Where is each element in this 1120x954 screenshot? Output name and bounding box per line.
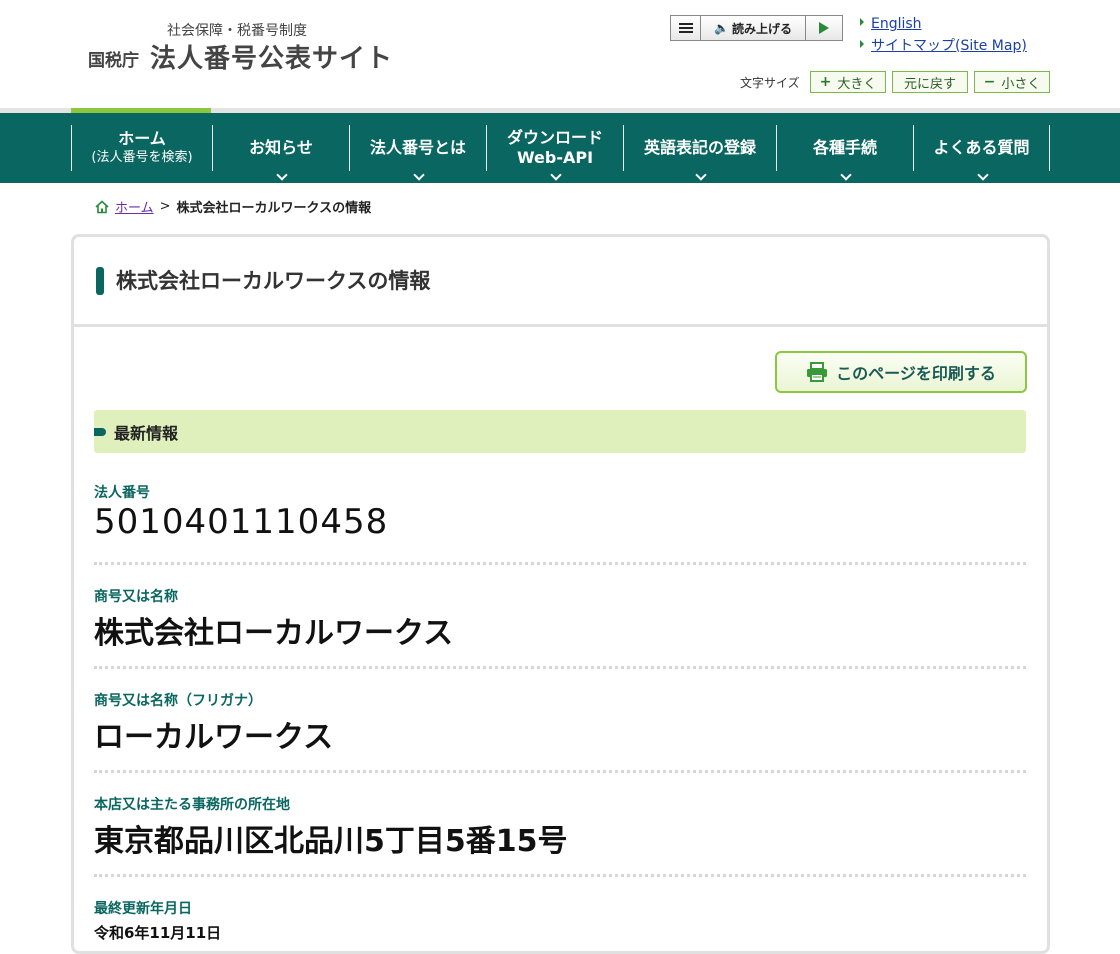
- divider: [94, 562, 1026, 565]
- nav-download-webapi[interactable]: ダウンロード Web-API: [486, 125, 623, 181]
- arrow-right-icon: [860, 18, 864, 26]
- play-button[interactable]: [806, 16, 842, 40]
- breadcrumb-current: 株式会社ローカルワークスの情報: [176, 201, 372, 216]
- font-size-label: 文字サイズ: [740, 76, 800, 90]
- nav-faq[interactable]: よくある質問: [913, 125, 1050, 181]
- section-heading-latest: 最新情報: [94, 410, 1026, 453]
- play-icon: [819, 22, 829, 34]
- divider: [94, 770, 1026, 773]
- chevron-down-icon: [840, 169, 852, 181]
- reader-menu-button[interactable]: [671, 16, 701, 40]
- print-label: このページを印刷する: [836, 364, 996, 383]
- field-value: 株式会社ローカルワークス: [94, 616, 454, 651]
- breadcrumb: ホーム > 株式会社ローカルワークスの情報: [95, 197, 371, 216]
- panel-header: 株式会社ローカルワークスの情報: [74, 237, 1047, 327]
- page-title: 株式会社ローカルワークスの情報: [116, 269, 431, 293]
- breadcrumb-home-link[interactable]: ホーム: [115, 197, 154, 216]
- minus-icon: −: [983, 74, 996, 90]
- field-value: 令和6年11月11日: [94, 924, 222, 942]
- printer-icon: [807, 362, 828, 382]
- top-links: English サイトマップ(Site Map): [860, 16, 1027, 58]
- field-label: 本店又は主たる事務所の所在地: [94, 797, 290, 813]
- chevron-down-icon: [550, 169, 562, 181]
- arrow-right-icon: [860, 40, 864, 48]
- field-value: 5010401110458: [94, 502, 389, 542]
- plus-icon: +: [819, 74, 832, 90]
- speaker-icon: 🔈: [714, 21, 729, 35]
- site-logo-title[interactable]: 法人番号公表サイト: [150, 38, 393, 75]
- nav-home[interactable]: ホーム (法人番号を検索): [71, 125, 212, 171]
- field-label: 商号又は名称: [94, 589, 178, 605]
- title-accent-bar: [96, 267, 104, 295]
- content-panel: 株式会社ローカルワークスの情報 このページを印刷する 最新情報 法人番号 501…: [71, 234, 1050, 954]
- field-value: ローカルワークス: [94, 720, 334, 755]
- logo-organization: 国税庁: [88, 51, 139, 71]
- menu-icon: [678, 27, 693, 29]
- read-aloud-label: 読み上げる: [731, 21, 792, 36]
- nav-about-corporate-number[interactable]: 法人番号とは: [349, 125, 486, 181]
- text-reader-toolbar: 🔈 読み上げる: [670, 15, 843, 41]
- field-trade-name: 商号又は名称 株式会社ローカルワークス: [94, 586, 1026, 669]
- global-nav: ホーム (法人番号を検索) お知らせ 法人番号とは ダウンロード Web-API…: [0, 113, 1120, 183]
- field-last-updated: 最終更新年月日 令和6年11月11日: [94, 898, 1026, 943]
- divider: [94, 666, 1026, 669]
- field-corporate-number: 法人番号 5010401110458: [94, 482, 1026, 565]
- logo-subtitle: 社会保障・税番号制度: [167, 23, 307, 39]
- field-label: 商号又は名称（フリガナ）: [94, 693, 262, 709]
- section-marker: [94, 427, 106, 436]
- print-page-button[interactable]: このページを印刷する: [775, 351, 1027, 393]
- breadcrumb-separator: >: [159, 199, 171, 214]
- field-value: 東京都品川区北品川5丁目5番15号: [94, 824, 568, 859]
- read-aloud-button[interactable]: 🔈 読み上げる: [701, 16, 806, 40]
- nav-english-registration[interactable]: 英語表記の登録: [623, 125, 776, 181]
- divider: [94, 874, 1026, 877]
- chevron-down-icon: [976, 169, 989, 181]
- sitemap-link[interactable]: サイトマップ(Site Map): [860, 35, 1027, 55]
- chevron-down-icon: [695, 169, 707, 181]
- home-icon: [95, 199, 109, 213]
- font-larger-button[interactable]: + 大きく: [810, 71, 886, 93]
- site-header: 社会保障・税番号制度 国税庁 法人番号公表サイト 🔈 読み上げる English…: [0, 0, 1120, 108]
- english-link[interactable]: English: [860, 16, 1027, 32]
- field-label: 法人番号: [94, 485, 150, 501]
- chevron-down-icon: [276, 169, 288, 181]
- nav-news[interactable]: お知らせ: [212, 125, 349, 181]
- chevron-down-icon: [413, 169, 425, 181]
- field-head-office-address: 本店又は主たる事務所の所在地 東京都品川区北品川5丁目5番15号: [94, 794, 1026, 877]
- font-reset-button[interactable]: 元に戻す: [892, 71, 968, 93]
- field-trade-name-furigana: 商号又は名称（フリガナ） ローカルワークス: [94, 690, 1026, 773]
- font-smaller-button[interactable]: − 小さく: [974, 71, 1050, 93]
- nav-procedures[interactable]: 各種手続: [776, 125, 913, 181]
- field-label: 最終更新年月日: [94, 901, 192, 917]
